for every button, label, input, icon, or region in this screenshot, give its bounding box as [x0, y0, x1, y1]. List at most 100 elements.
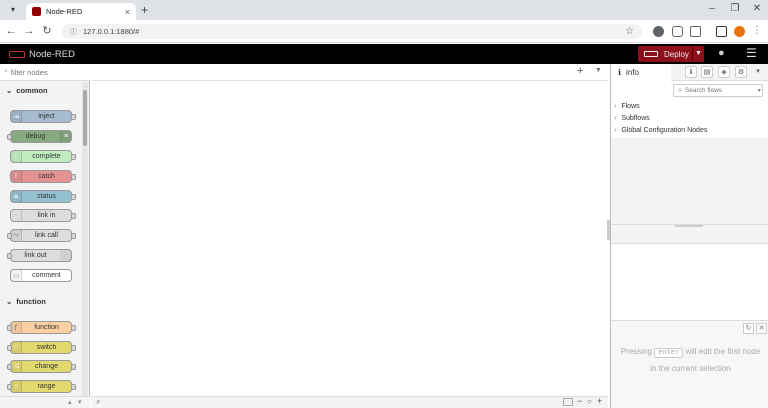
favicon-icon: [32, 7, 41, 16]
palette-node-catch[interactable]: ! catch: [10, 170, 76, 183]
tree-item-flows[interactable]: › Flows: [614, 103, 640, 110]
output-port: [71, 154, 76, 160]
output-port: [71, 364, 76, 370]
extension-icon[interactable]: [653, 26, 664, 37]
main-menu-icon[interactable]: ☰: [746, 46, 757, 60]
chevron-right-icon: ›: [614, 103, 617, 110]
help-book-icon[interactable]: ▤: [701, 66, 713, 78]
shuffle-icon: ⤮: [11, 361, 22, 372]
chevron-right-icon: ›: [614, 115, 617, 122]
palette-node-link-in[interactable]: · link in: [10, 209, 76, 222]
tab-search-button[interactable]: ▾: [6, 3, 20, 17]
category-common-header[interactable]: ⌄ common: [0, 83, 82, 98]
link-out-icon: ·: [60, 250, 71, 261]
url-text[interactable]: 127.0.0.1:1880/#: [83, 27, 619, 36]
palette-node-status[interactable]: ✳ status: [10, 190, 76, 203]
flow-list-chevron-icon[interactable]: ▼: [595, 67, 602, 74]
tree-item-global-config[interactable]: › Global Configuration Nodes: [614, 127, 707, 134]
palette-node-link-call[interactable]: ⤳ link call: [7, 229, 76, 242]
palette-node-switch[interactable]: ⑂ switch: [7, 341, 76, 354]
tip-text-before: Pressing: [620, 347, 652, 356]
tree-label: Flows: [621, 103, 640, 110]
output-port: [71, 233, 76, 239]
extensions-puzzle-icon[interactable]: [690, 26, 701, 37]
node-label: inject: [38, 113, 55, 120]
search-options-icon[interactable]: ▾: [758, 87, 761, 94]
sidebar-splitter[interactable]: [611, 224, 768, 244]
input-port: [7, 345, 12, 351]
palette-node-complete[interactable]: ! complete: [10, 150, 76, 163]
back-icon[interactable]: ←: [4, 24, 18, 38]
address-bar[interactable]: ⓘ 127.0.0.1:1880/# ☆: [62, 24, 642, 39]
tab-title: Node-RED: [46, 7, 83, 16]
filter-nodes-input[interactable]: [10, 67, 89, 77]
exclamation-icon: !: [11, 151, 22, 162]
palette-scrollbar-thumb[interactable]: [83, 90, 87, 146]
flow-workspace[interactable]: [91, 64, 608, 396]
config-nodes-icon[interactable]: ◈: [718, 66, 730, 78]
chevron-right-icon: ›: [614, 127, 617, 134]
palette-node-debug[interactable]: debug ≡: [7, 130, 72, 143]
tab-info[interactable]: ℹ info: [611, 64, 671, 81]
input-port: [7, 134, 12, 140]
palette-node-link-out[interactable]: link out ·: [7, 249, 72, 262]
palette-node-inject[interactable]: ⇥ inject: [10, 110, 76, 123]
forward-icon[interactable]: →: [22, 24, 36, 38]
palette-node-range[interactable]: ↕ range: [7, 380, 76, 393]
input-port: [7, 325, 12, 331]
reload-icon[interactable]: ↻: [40, 24, 54, 38]
search-flows-input[interactable]: [684, 87, 755, 94]
output-port: [71, 174, 76, 180]
bookmark-star-icon[interactable]: ☆: [625, 26, 634, 37]
tree-label: Global Configuration Nodes: [621, 127, 708, 134]
tab-label: info: [626, 68, 639, 77]
close-window-icon[interactable]: ✕: [750, 3, 764, 15]
node-label: range: [37, 383, 56, 390]
node-label: link call: [35, 232, 58, 239]
node-label: catch: [38, 173, 55, 180]
node-label: debug: [25, 133, 46, 140]
category-function-header[interactable]: ⌄ function: [0, 294, 82, 309]
range-icon: ↕: [11, 381, 22, 392]
function-icon: ƒ: [11, 322, 22, 333]
palette-filter[interactable]: ⌕: [0, 64, 90, 81]
info-tab-icon[interactable]: ℹ: [685, 66, 697, 78]
refresh-tip-icon[interactable]: ↻: [743, 323, 754, 334]
tab-close-icon[interactable]: ×: [125, 7, 130, 17]
palette-node-change[interactable]: ⤮ change: [7, 360, 76, 373]
browser-tab[interactable]: Node-RED ×: [26, 3, 136, 20]
output-port: [71, 114, 76, 120]
site-info-icon[interactable]: ⓘ: [70, 27, 77, 37]
user-icon[interactable]: ●: [718, 47, 725, 59]
sidebar-menu-chevron-icon[interactable]: ▾: [752, 66, 764, 78]
reader-icon[interactable]: [672, 26, 683, 37]
browser-menu-icon[interactable]: ⋮: [750, 24, 764, 38]
palette-node-comment[interactable]: ▭ comment: [10, 269, 72, 282]
side-panel-icon[interactable]: [716, 26, 727, 37]
input-port: [7, 253, 12, 259]
navigator-icon[interactable]: [563, 398, 573, 406]
zoom-reset-icon[interactable]: ○: [587, 397, 592, 406]
tree-label: Subflows: [621, 115, 650, 122]
maximize-icon[interactable]: ❐: [728, 3, 742, 15]
close-tip-icon[interactable]: ✕: [756, 323, 767, 334]
app-name: Node-RED: [29, 48, 75, 60]
add-flow-icon[interactable]: +: [577, 65, 583, 77]
tree-item-subflows[interactable]: › Subflows: [614, 115, 650, 122]
zoom-in-icon[interactable]: +: [597, 396, 602, 406]
search-icon[interactable]: ⌕: [96, 397, 100, 407]
zoom-out-icon[interactable]: −: [577, 396, 582, 406]
chevron-down-icon: ⌄: [6, 86, 13, 95]
deploy-icon: [644, 51, 658, 57]
minimize-icon[interactable]: –: [705, 3, 719, 15]
deploy-dropdown-icon[interactable]: ▼: [692, 46, 704, 62]
new-tab-button[interactable]: +: [141, 3, 148, 17]
expand-all-icon[interactable]: ▾: [78, 398, 82, 406]
profile-avatar[interactable]: [734, 26, 745, 37]
collapse-all-icon[interactable]: ▴: [68, 398, 72, 406]
deploy-button[interactable]: Deploy ▼: [638, 46, 704, 62]
node-label: function: [34, 324, 59, 331]
search-flows[interactable]: ⌕ ▾: [673, 84, 763, 97]
palette-node-function[interactable]: ƒ function: [7, 321, 76, 334]
settings-gear-icon[interactable]: ⚙: [735, 66, 747, 78]
